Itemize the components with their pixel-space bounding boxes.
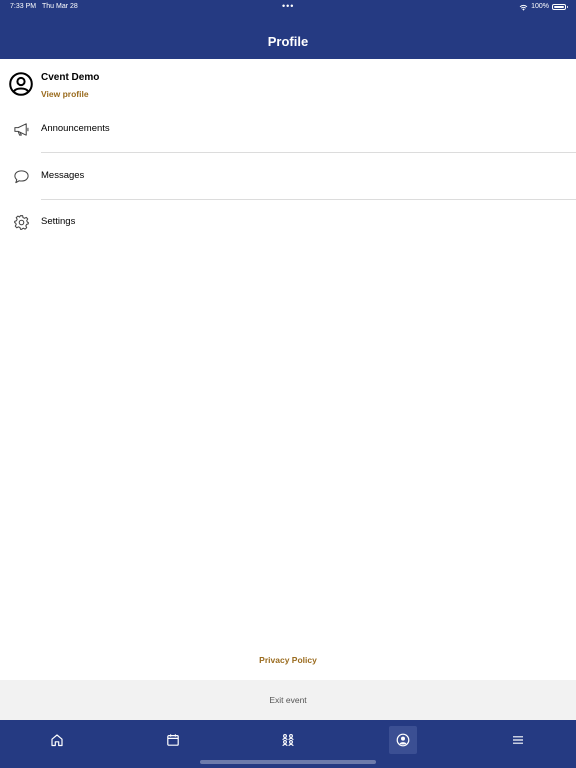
view-profile-link[interactable]: View profile bbox=[41, 89, 89, 99]
tab-more[interactable] bbox=[504, 726, 532, 754]
tab-agenda[interactable] bbox=[159, 726, 187, 754]
page-title: Profile bbox=[267, 34, 309, 49]
profile-name: Cvent Demo bbox=[41, 72, 100, 83]
gear-icon bbox=[14, 215, 29, 230]
calendar-icon bbox=[167, 734, 179, 746]
status-time: 7:33 PM bbox=[10, 3, 37, 10]
status-right: 100% bbox=[519, 0, 568, 14]
privacy-policy-link[interactable]: Privacy Policy bbox=[0, 655, 576, 665]
megaphone-icon bbox=[14, 123, 29, 136]
battery-icon bbox=[552, 4, 568, 10]
tab-attendees[interactable] bbox=[274, 726, 302, 754]
user-avatar-icon bbox=[9, 72, 33, 96]
tab-profile[interactable] bbox=[389, 726, 417, 754]
chat-bubble-icon bbox=[14, 170, 29, 184]
menu-item-messages[interactable]: Messages bbox=[0, 153, 576, 199]
profile-row[interactable]: Cvent Demo View profile bbox=[0, 59, 576, 105]
exit-event-label: Exit event bbox=[269, 695, 307, 705]
menu-item-settings[interactable]: Settings bbox=[0, 199, 576, 245]
home-icon bbox=[51, 734, 63, 747]
profile-icon bbox=[396, 733, 410, 747]
menu-item-announcements[interactable]: Announcements bbox=[0, 106, 576, 152]
exit-event-button[interactable]: Exit event bbox=[0, 680, 576, 720]
status-date: Thu Mar 28 bbox=[42, 3, 78, 10]
people-icon bbox=[282, 734, 294, 747]
status-bar: 7:33 PM Thu Mar 28 ••• 100% bbox=[0, 0, 576, 14]
menu-item-label: Settings bbox=[41, 216, 76, 227]
multitasking-dots[interactable]: ••• bbox=[282, 0, 294, 13]
wifi-icon bbox=[519, 4, 528, 11]
battery-percent: 100% bbox=[531, 3, 549, 10]
menu-item-label: Announcements bbox=[41, 123, 110, 134]
menu-icon bbox=[513, 736, 523, 744]
menu-item-label: Messages bbox=[41, 170, 85, 181]
tab-home[interactable] bbox=[43, 726, 71, 754]
home-indicator[interactable] bbox=[200, 760, 376, 764]
app-header: 7:33 PM Thu Mar 28 ••• 100% Profile bbox=[0, 0, 576, 59]
